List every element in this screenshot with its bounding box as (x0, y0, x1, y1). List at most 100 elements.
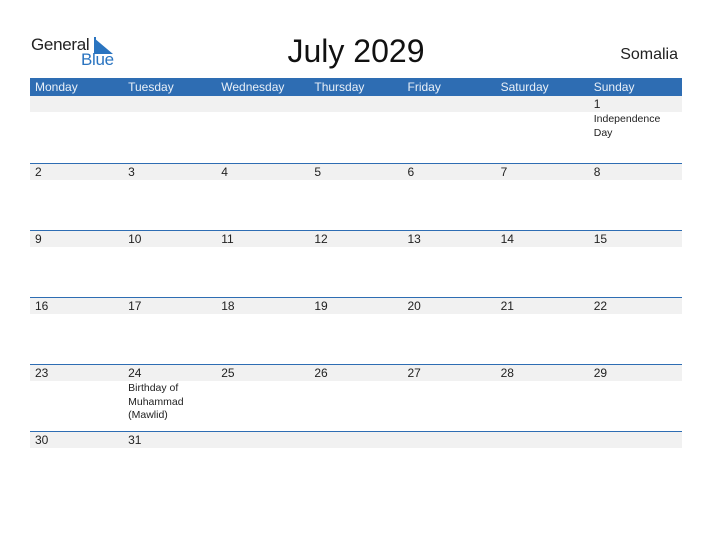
day-number: 29 (593, 366, 608, 380)
day-number (314, 432, 402, 448)
day-cell (403, 432, 496, 449)
day-cell (309, 432, 402, 449)
day-cell: 1 Independence Day (589, 96, 682, 140)
day-cell: 9 (30, 231, 123, 248)
calendar-title: July 2029 (287, 33, 425, 69)
day-number (408, 96, 496, 112)
day-cell: 26 (309, 365, 402, 423)
day-cell (216, 96, 309, 140)
day-number: 3 (128, 165, 135, 179)
day-number (314, 96, 402, 112)
day-number: 21 (500, 299, 514, 313)
day-number: 14 (500, 232, 514, 246)
day-number: 17 (128, 299, 142, 313)
day-cell: 17 (123, 298, 216, 315)
day-cell: 20 (403, 298, 496, 315)
day-cell: 4 (216, 164, 309, 181)
day-number (594, 432, 682, 448)
day-cell: 12 (309, 231, 402, 248)
day-cell: 22 (589, 298, 682, 315)
day-number: 31 (128, 433, 142, 447)
day-number: 24 (128, 366, 142, 380)
country-label: Somalia (620, 46, 678, 63)
day-number (501, 432, 589, 448)
day-number: 20 (407, 299, 421, 313)
day-number: 26 (314, 366, 328, 380)
day-cell: 23 (30, 365, 123, 423)
day-number: 13 (407, 232, 421, 246)
day-number: 25 (221, 366, 235, 380)
day-number (221, 96, 309, 112)
day-cell: 7 (496, 164, 589, 181)
day-cell: 30 (30, 432, 123, 449)
day-cell: 21 (496, 298, 589, 315)
day-number (35, 96, 123, 112)
day-number: 8 (593, 165, 601, 179)
day-cell: 13 (403, 231, 496, 248)
calendar-grid: Monday Tuesday Wednesday Thursday Friday Satu… (30, 78, 682, 498)
day-cell (216, 432, 309, 449)
day-cell (496, 96, 589, 140)
day-number (128, 96, 216, 112)
day-cell: 19 (309, 298, 402, 315)
day-cell: 18 (216, 298, 309, 315)
week-row: 1 Independence Day (30, 96, 682, 163)
day-number: 12 (314, 232, 328, 246)
day-number (501, 96, 589, 112)
week-row: 9 10 11 12 13 14 15 (30, 230, 682, 297)
day-number: 18 (221, 299, 235, 313)
day-number: 19 (314, 299, 328, 313)
day-number: 11 (221, 232, 234, 246)
weekday-header: Monday Tuesday Wednesday Thursday Friday Satu… (30, 78, 682, 96)
day-number (221, 432, 309, 448)
holiday-label: Birthday of Muhammad (Mawlid) (128, 382, 184, 421)
weekday-thursday: Thursday (314, 80, 365, 94)
day-cell: 27 (403, 365, 496, 423)
day-number: 1 (593, 97, 601, 111)
weekday-wednesday: Wednesday (221, 80, 285, 94)
day-cell: 15 (589, 231, 682, 248)
week-row: 23 24 Birthday of Muhammad (Mawlid) 25 26 27 2… (30, 364, 682, 431)
day-number: 15 (593, 232, 608, 246)
weekday-tuesday: Tuesday (128, 80, 174, 94)
day-number: 4 (221, 165, 228, 179)
day-cell: 24 Birthday of Muhammad (Mawlid) (123, 365, 216, 423)
day-cell: 14 (496, 231, 589, 248)
weekday-friday: Friday (407, 80, 441, 94)
day-cell: 10 (123, 231, 216, 248)
day-cell: 11 (216, 231, 309, 248)
day-cell: 5 (309, 164, 402, 181)
day-number: 5 (314, 165, 322, 179)
day-cell: 28 (496, 365, 589, 423)
day-cell: 3 (123, 164, 216, 181)
day-number (408, 432, 496, 448)
weekday-saturday: Saturday (500, 80, 549, 94)
day-number: 23 (35, 366, 49, 380)
holiday-label: Independence Day (593, 113, 661, 139)
day-cell (30, 96, 123, 140)
day-cell: 2 (30, 164, 123, 181)
week-row: 16 17 18 19 20 21 22 (30, 297, 682, 364)
weekday-sunday: Sunday (593, 80, 635, 94)
day-cell: 29 (589, 365, 682, 423)
week-row: 30 31 (30, 431, 682, 498)
day-cell: 16 (30, 298, 123, 315)
day-cell: 31 (123, 432, 216, 449)
day-number: 22 (593, 299, 608, 313)
week-row: 2 3 4 5 6 7 8 (30, 163, 682, 230)
calendar-weeks: 1 Independence Day 2 3 4 5 6 7 8 9 10 11 12 13 14 15 16 1… (30, 96, 682, 498)
day-number: 7 (500, 165, 508, 179)
day-number: 9 (35, 232, 42, 246)
day-number: 27 (407, 366, 421, 380)
day-cell: 25 (216, 365, 309, 423)
day-cell (403, 96, 496, 140)
day-number: 28 (500, 366, 514, 380)
day-number: 10 (128, 232, 142, 246)
day-cell: 6 (403, 164, 496, 181)
day-cell (309, 96, 402, 140)
day-cell (589, 432, 682, 449)
day-number: 6 (407, 165, 415, 179)
day-number: 30 (35, 433, 49, 447)
day-cell (123, 96, 216, 140)
day-cell (496, 432, 589, 449)
